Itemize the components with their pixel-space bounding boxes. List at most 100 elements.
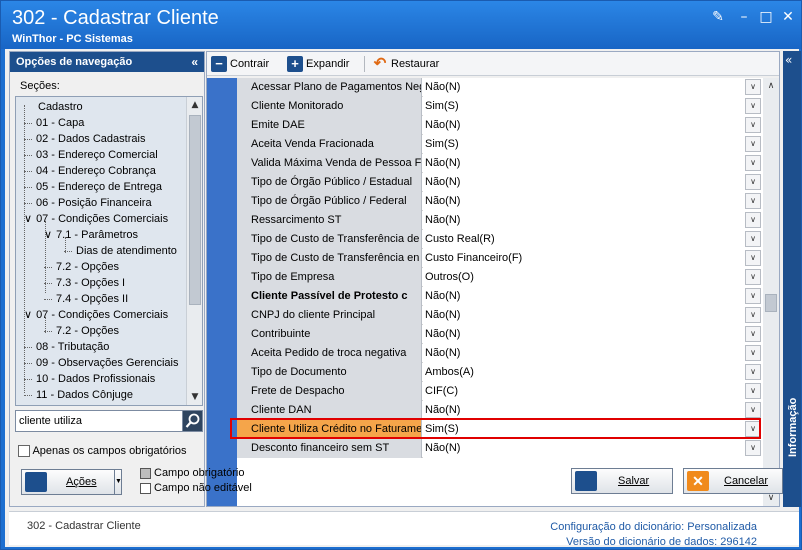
grid-row[interactable]: Tipo de Órgão Público / Estadual Não(N) ∨ xyxy=(237,173,762,192)
expand-button[interactable]: + Expandir xyxy=(287,55,349,73)
tree-item[interactable]: 02 - Dados Cadastrais xyxy=(24,131,145,147)
grid-row[interactable]: Acessar Plano de Pagamentos Neg Não(N) ∨ xyxy=(237,78,762,97)
tree-item[interactable]: 08 - Tributação xyxy=(24,339,109,355)
restore-button[interactable]: ↶ Restaurar xyxy=(372,55,440,73)
field-value-select[interactable]: Não(N) ∨ xyxy=(423,192,762,211)
dropdown-chevron-icon[interactable]: ∨ xyxy=(745,307,761,323)
grid-row[interactable]: Frete de Despacho CIF(C) ∨ xyxy=(237,382,762,401)
field-value-select[interactable]: Não(N) ∨ xyxy=(423,344,762,363)
grid-scroll-track[interactable]: ∧ ∨ xyxy=(763,78,779,506)
close-icon[interactable]: ✕ xyxy=(781,10,795,24)
grid-row[interactable]: CNPJ do cliente Principal Não(N) ∨ xyxy=(237,306,762,325)
grid-row[interactable]: Aceita Venda Fracionada Sim(S) ∨ xyxy=(237,135,762,154)
field-value-select[interactable]: Sim(S) ∨ xyxy=(423,420,762,439)
dropdown-chevron-icon[interactable]: ∨ xyxy=(745,250,761,266)
scroll-up-icon[interactable]: ▲ xyxy=(187,97,202,113)
save-button[interactable]: Salvar xyxy=(571,468,673,494)
field-value-select[interactable]: Custo Real(R) ∨ xyxy=(423,230,762,249)
actions-dropdown-button[interactable]: ▼ xyxy=(114,469,122,495)
dropdown-chevron-icon[interactable]: ∨ xyxy=(745,117,761,133)
dropdown-chevron-icon[interactable]: ∨ xyxy=(745,155,761,171)
cancel-button[interactable]: ✕ Cancelar xyxy=(683,468,783,494)
dropdown-chevron-icon[interactable]: ∨ xyxy=(745,364,761,380)
field-value-select[interactable]: Não(N) ∨ xyxy=(423,401,762,420)
dropdown-chevron-icon[interactable]: ∨ xyxy=(745,174,761,190)
grid-row[interactable]: Valida Máxima Venda de Pessoa Fí Não(N) ∨ xyxy=(237,154,762,173)
field-value-select[interactable]: Não(N) ∨ xyxy=(423,154,762,173)
tree-item[interactable]: ∨ 07 - Condições Comerciais xyxy=(24,211,168,227)
dropdown-chevron-icon[interactable]: ∨ xyxy=(745,98,761,114)
field-value-select[interactable]: Ambos(A) ∨ xyxy=(423,363,762,382)
tree-item[interactable]: Dias de atendimento xyxy=(64,243,177,259)
tree-item[interactable]: 7.3 - Opções I xyxy=(44,275,125,291)
field-value-select[interactable]: Não(N) ∨ xyxy=(423,325,762,344)
grid-row[interactable]: Tipo de Custo de Transferência en Custo F… xyxy=(237,249,762,268)
tree-expander-icon[interactable]: ∨ xyxy=(44,229,52,241)
section-search-input[interactable]: cliente utiliza xyxy=(15,410,203,432)
field-value-select[interactable]: Não(N) ∨ xyxy=(423,116,762,135)
maximize-icon[interactable]: □ xyxy=(759,10,773,24)
search-button[interactable] xyxy=(182,411,202,431)
grid-row[interactable]: Cliente Utiliza Crédito no Faturame Sim(S… xyxy=(237,420,762,439)
grid-row[interactable]: Ressarcimento ST Não(N) ∨ xyxy=(237,211,762,230)
dropdown-chevron-icon[interactable]: ∨ xyxy=(745,136,761,152)
field-value-select[interactable]: Não(N) ∨ xyxy=(423,439,762,458)
field-value-select[interactable]: Outros(O) ∨ xyxy=(423,268,762,287)
grid-row[interactable]: Cliente Passível de Protesto c Não(N) ∨ xyxy=(237,287,762,306)
dropdown-chevron-icon[interactable]: ∨ xyxy=(745,231,761,247)
field-value-select[interactable]: Sim(S) ∨ xyxy=(423,97,762,116)
tree-item[interactable]: ∨ 07 - Condições Comerciais xyxy=(24,307,168,323)
field-value-select[interactable]: Não(N) ∨ xyxy=(423,306,762,325)
minimize-icon[interactable]: – xyxy=(737,10,751,24)
tree-item[interactable]: 7.2 - Opções xyxy=(44,323,119,339)
grid-row[interactable]: Cliente DAN Não(N) ∨ xyxy=(237,401,762,420)
tree-item[interactable]: 03 - Endereço Comercial xyxy=(24,147,158,163)
tree-item[interactable]: 04 - Endereço Cobrança xyxy=(24,163,156,179)
scroll-thumb[interactable] xyxy=(189,115,201,305)
tree-item[interactable]: 09 - Observações Gerenciais xyxy=(24,355,178,371)
grid-scroll-up-icon[interactable]: ∧ xyxy=(763,78,779,94)
tree-item[interactable]: 01 - Capa xyxy=(24,115,84,131)
tree-expander-icon[interactable]: ∨ xyxy=(24,213,32,225)
field-value-select[interactable]: Não(N) ∨ xyxy=(423,287,762,306)
information-tab[interactable]: « Informação xyxy=(783,51,801,507)
grid-row[interactable]: Aceita Pedido de troca negativa Não(N) ∨ xyxy=(237,344,762,363)
edit-icon[interactable]: ✎ xyxy=(711,10,725,24)
tree-item[interactable]: ∨ 7.1 - Parâmetros xyxy=(44,227,138,243)
field-value-select[interactable]: Não(N) ∨ xyxy=(423,78,762,97)
only-required-checkbox[interactable]: Apenas os campos obrigatórios xyxy=(18,445,187,458)
tree-item[interactable]: 05 - Endereço de Entrega xyxy=(24,179,162,195)
field-value-select[interactable]: Não(N) ∨ xyxy=(423,173,762,192)
grid-row[interactable]: Desconto financeiro sem ST Não(N) ∨ xyxy=(237,439,762,458)
dropdown-chevron-icon[interactable]: ∨ xyxy=(745,212,761,228)
tree-item[interactable]: 7.2 - Opções xyxy=(44,259,119,275)
dropdown-chevron-icon[interactable]: ∨ xyxy=(745,193,761,209)
collapse-panel-icon[interactable]: « xyxy=(191,52,198,72)
grid-row[interactable]: Tipo de Documento Ambos(A) ∨ xyxy=(237,363,762,382)
grid-scrollbar[interactable]: ∧ ∨ xyxy=(763,78,779,506)
dropdown-chevron-icon[interactable]: ∨ xyxy=(745,383,761,399)
tree-item[interactable]: 11 - Dados Cônjuge xyxy=(24,387,133,403)
field-value-select[interactable]: Sim(S) ∨ xyxy=(423,135,762,154)
dropdown-chevron-icon[interactable]: ∨ xyxy=(745,440,761,456)
dropdown-chevron-icon[interactable]: ∨ xyxy=(745,326,761,342)
tree-item[interactable]: Cadastro xyxy=(38,99,83,115)
dropdown-chevron-icon[interactable]: ∨ xyxy=(745,288,761,304)
tree-expander-icon[interactable]: ∨ xyxy=(24,309,32,321)
grid-row[interactable]: Tipo de Órgão Público / Federal Não(N) ∨ xyxy=(237,192,762,211)
tree-item[interactable]: 7.4 - Opções II xyxy=(44,291,128,307)
field-value-select[interactable]: Custo Financeiro(F) ∨ xyxy=(423,249,762,268)
actions-button[interactable]: Ações xyxy=(21,469,121,495)
dropdown-chevron-icon[interactable]: ∨ xyxy=(745,79,761,95)
tree-item[interactable]: 06 - Posição Financeira xyxy=(24,195,152,211)
field-value-select[interactable]: Não(N) ∨ xyxy=(423,211,762,230)
grid-row[interactable]: Tipo de Empresa Outros(O) ∨ xyxy=(237,268,762,287)
dropdown-chevron-icon[interactable]: ∨ xyxy=(745,402,761,418)
field-value-select[interactable]: CIF(C) ∨ xyxy=(423,382,762,401)
grid-scroll-thumb[interactable] xyxy=(765,294,777,312)
grid-row[interactable]: Emite DAE Não(N) ∨ xyxy=(237,116,762,135)
grid-row[interactable]: Contribuinte Não(N) ∨ xyxy=(237,325,762,344)
dropdown-chevron-icon[interactable]: ∨ xyxy=(745,345,761,361)
collapse-button[interactable]: − Contrair xyxy=(211,55,269,73)
grid-row[interactable]: Cliente Monitorado Sim(S) ∨ xyxy=(237,97,762,116)
